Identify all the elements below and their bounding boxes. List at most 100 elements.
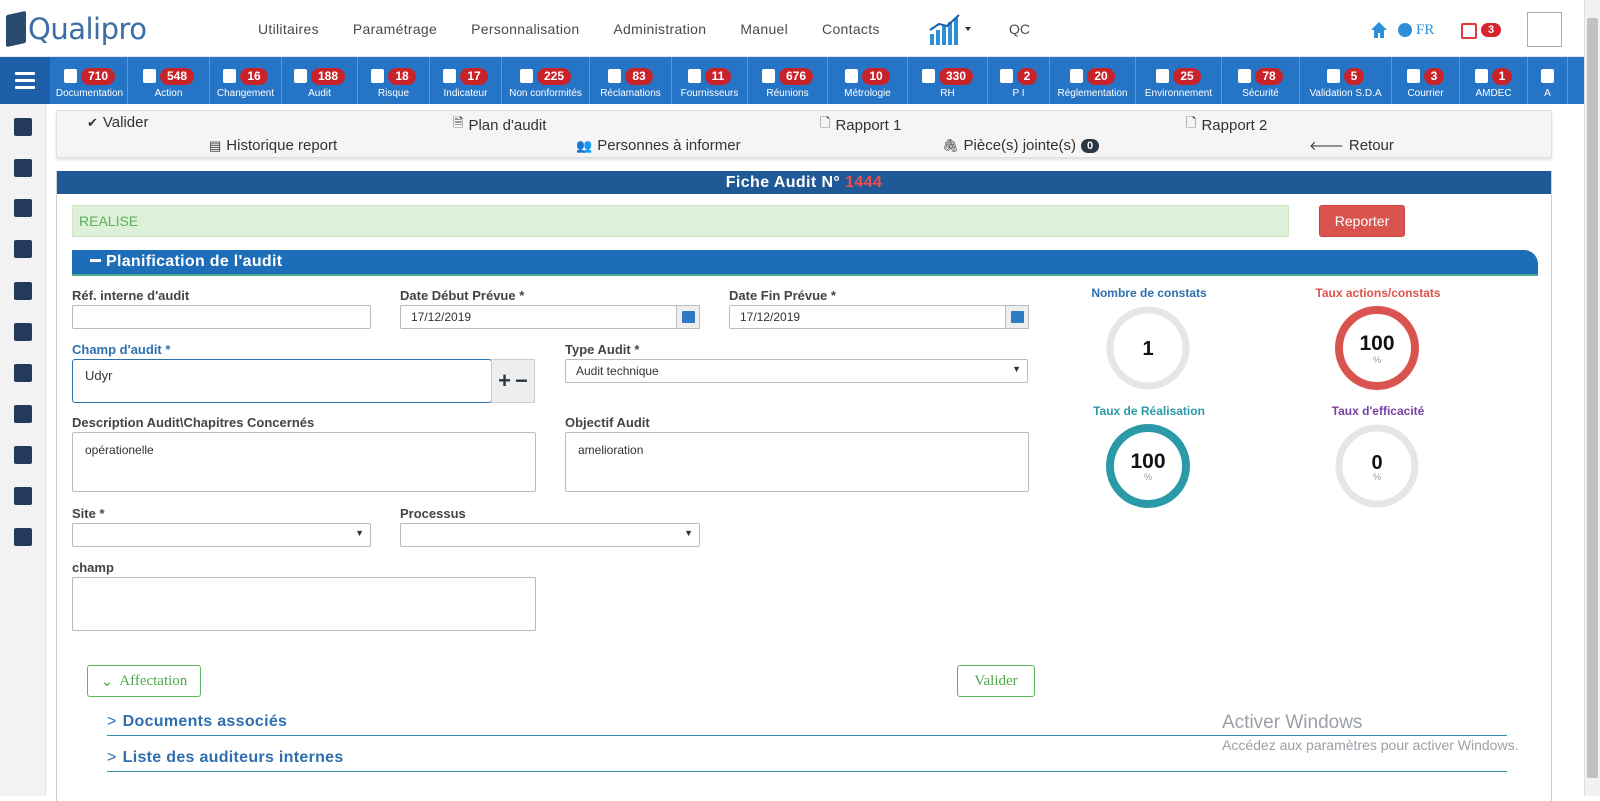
menu-utilitaires[interactable]: Utilitaires (258, 21, 319, 37)
area-chart-icon (443, 69, 457, 83)
menu-qc[interactable]: QC (1009, 21, 1030, 37)
hamburger-menu-icon[interactable] (0, 57, 50, 104)
module-securite[interactable]: 78 Sécurité (1222, 57, 1300, 104)
module-risque[interactable]: 18 Risque (358, 57, 430, 104)
module-label: Validation S.D.A (1309, 88, 1382, 99)
ref-input[interactable] (72, 305, 371, 329)
date-debut-input[interactable]: 17/12/2019 (400, 305, 677, 329)
section-planification[interactable]: Planification de l'audit (72, 250, 1538, 274)
module-reunions[interactable]: 676 Réunions (748, 57, 828, 104)
plus-icon[interactable]: + (498, 368, 511, 394)
module-a[interactable]: A (1528, 57, 1568, 104)
processus-select[interactable]: ▼ (400, 523, 700, 547)
section-title: Planification de l'audit (106, 253, 283, 270)
retour-action[interactable]: 🡐 Retour (1309, 137, 1394, 154)
module-validation-sda[interactable]: 5 Validation S.D.A (1300, 57, 1392, 104)
notification-badge: 3 (1481, 23, 1502, 37)
module-label: Courrier (1407, 88, 1444, 99)
module-reglementation[interactable]: 20 Réglementation (1050, 57, 1136, 104)
module-documentation[interactable]: 710 Documentation (52, 57, 128, 104)
affectation-button[interactable]: ⌄ Affectation (87, 665, 201, 697)
module-count: 10 (862, 67, 890, 85)
cutlery-icon (1326, 69, 1340, 83)
module-action[interactable]: 548 Action (128, 57, 210, 104)
valider-button[interactable]: Valider (957, 665, 1035, 697)
objectif-textarea[interactable]: amelioration (565, 432, 1029, 492)
type-audit-select[interactable]: Audit technique ▼ (565, 359, 1028, 383)
home-icon[interactable] (1370, 21, 1388, 39)
disc-icon (761, 69, 775, 83)
check-square-icon[interactable] (14, 282, 32, 300)
personnes-informer-action[interactable]: 👥 Personnes à informer (576, 137, 741, 154)
reporter-button[interactable]: Reporter (1319, 205, 1405, 237)
menu-contacts[interactable]: Contacts (822, 21, 880, 37)
champ-audit-input[interactable]: Udyr (72, 359, 492, 403)
minus-icon[interactable]: − (515, 368, 528, 394)
calendar-button[interactable] (1005, 305, 1029, 329)
module-changement[interactable]: 16 Changement (210, 57, 282, 104)
dropdown-arrow-icon: ▼ (684, 528, 693, 538)
rapport2-action[interactable]: 🗋 Rapport 2 (1186, 114, 1267, 136)
thumbs-down-icon[interactable] (14, 323, 32, 341)
scrollbar-thumb[interactable] (1587, 18, 1598, 778)
auditeurs-internes-toggle[interactable]: > Liste des auditeurs internes (107, 749, 344, 767)
user-avatar[interactable] (1527, 12, 1562, 47)
module-fournisseurs[interactable]: 11 Fournisseurs (672, 57, 748, 104)
module-count: 2 (1016, 67, 1038, 85)
valider-action[interactable]: ✔ Valider (87, 114, 149, 131)
menu-administration[interactable]: Administration (613, 21, 706, 37)
comment-icon[interactable] (14, 364, 32, 382)
stats-chart-icon[interactable] (929, 12, 973, 46)
check-square-icon (293, 69, 307, 83)
user-icon[interactable] (14, 487, 32, 505)
date-fin-input[interactable]: 17/12/2019 (729, 305, 1006, 329)
documents-associes-toggle[interactable]: > Documents associés (107, 713, 287, 731)
gear-icon[interactable] (14, 240, 32, 258)
notification-gift-icon[interactable] (1461, 23, 1477, 39)
add-remove-champ-button[interactable]: + − (491, 359, 535, 403)
module-label: Environnement (1144, 88, 1213, 99)
calendar-button[interactable] (676, 305, 700, 329)
menu-manuel[interactable]: Manuel (740, 21, 788, 37)
module-non-conformites[interactable]: 225 Non conformités (502, 57, 590, 104)
site-select[interactable]: ▼ (72, 523, 371, 547)
server-icon[interactable] (14, 159, 32, 177)
module-pi[interactable]: 2 P I (988, 57, 1050, 104)
section-divider (107, 771, 1507, 772)
module-courrier[interactable]: 3 Courrier (1392, 57, 1460, 104)
module-audit[interactable]: 188 Audit (282, 57, 358, 104)
medkit-icon[interactable] (14, 528, 32, 546)
module-environnement[interactable]: 25 Environnement (1136, 57, 1222, 104)
module-icon (1541, 69, 1554, 83)
historique-report-action[interactable]: ▤ Historique report (209, 137, 337, 154)
module-amdec[interactable]: 1 AMDEC (1460, 57, 1528, 104)
champ-textarea[interactable] (72, 577, 536, 631)
objectif-label: Objectif Audit (565, 415, 650, 430)
server-icon[interactable] (14, 199, 32, 217)
rapport1-action[interactable]: 🗋 Rapport 1 (820, 114, 901, 136)
module-rh[interactable]: 330 RH (908, 57, 988, 104)
retweet-icon (999, 69, 1013, 83)
globe-icon[interactable] (1398, 23, 1412, 37)
type-audit-label: Type Audit * (565, 342, 640, 357)
gear-icon (223, 69, 237, 83)
app-logo[interactable]: Qualipro (6, 10, 147, 48)
description-textarea[interactable]: opérationelle (72, 432, 536, 492)
menu-parametrage[interactable]: Paramétrage (353, 21, 437, 37)
disc-icon[interactable] (14, 446, 32, 464)
document-icon[interactable] (14, 118, 32, 136)
logo-mark-icon (6, 10, 26, 48)
taux-actions-label: Taux actions/constats (1315, 286, 1441, 300)
plan-audit-action[interactable]: 🗎 Plan d'audit (453, 114, 546, 136)
pieces-jointes-action[interactable]: 🖇 Pièce(s) jointe(s) 0 (942, 137, 1100, 154)
taux-efficacite-label: Taux d'efficacité (1331, 404, 1425, 418)
module-indicateur[interactable]: 17 Indicateur (430, 57, 502, 104)
truck-icon[interactable] (14, 405, 32, 423)
language-selector[interactable]: FR (1416, 22, 1434, 39)
menu-personnalisation[interactable]: Personnalisation (471, 21, 579, 37)
medkit-icon (1238, 69, 1252, 83)
module-metrologie[interactable]: 10 Métrologie (828, 57, 908, 104)
vertical-scrollbar[interactable] (1584, 0, 1600, 796)
module-count: 330 (938, 67, 974, 85)
module-reclamations[interactable]: 83 Réclamations (590, 57, 672, 104)
